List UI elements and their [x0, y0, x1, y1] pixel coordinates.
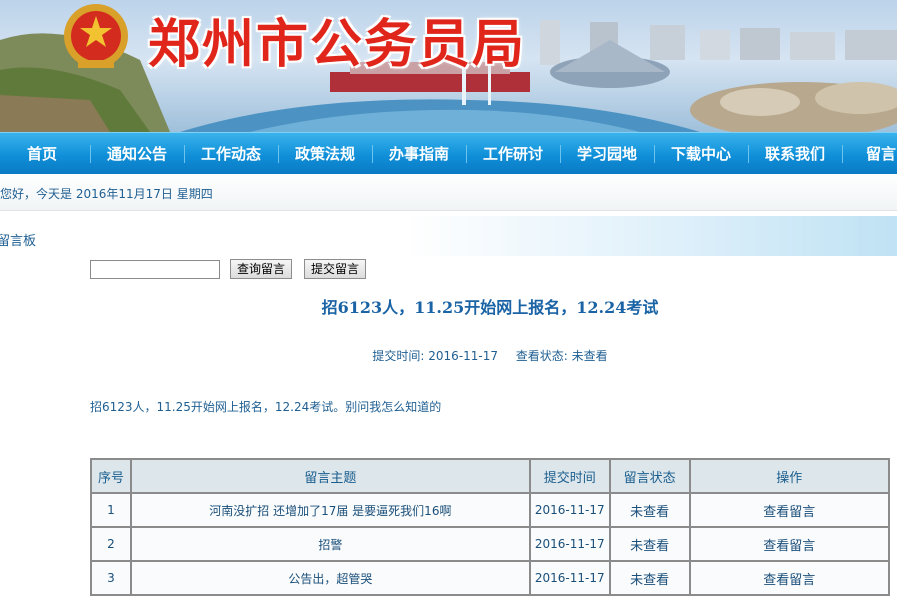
table-row: 2 招警 2016-11-17 未查看 查看留言	[90, 526, 891, 562]
nav-item-downloads[interactable]: 下载中心	[671, 133, 731, 175]
row-status: 未查看	[608, 492, 691, 528]
nav-divider	[466, 145, 467, 163]
column-header-no: 序号	[90, 458, 132, 494]
column-header-action: 操作	[688, 458, 891, 494]
nav-item-notices[interactable]: 通知公告	[107, 133, 167, 175]
table-row: 3 公告出，超管哭 2016-11-17 未查看 查看留言	[90, 560, 891, 596]
search-input[interactable]	[90, 260, 220, 279]
row-subject[interactable]: 河南没扩招 还增加了17届 是要逼死我们16啊	[129, 492, 531, 528]
message-title: 招6123人，11.25开始网上报名，12.24考试	[321, 298, 659, 317]
nav-divider	[90, 145, 91, 163]
nav-item-contact[interactable]: 联系我们	[765, 133, 825, 175]
row-subject[interactable]: 招警	[129, 526, 531, 562]
row-status: 未查看	[608, 526, 691, 562]
nav-item-home[interactable]: 首页	[27, 133, 57, 175]
message-body: 招6123人，11.25开始网上报名，12.24考试。别问我怎么知道的	[90, 400, 442, 414]
nav-divider	[184, 145, 185, 163]
submit-time: 2016-11-17	[428, 349, 499, 363]
status-value: 未查看	[571, 349, 608, 363]
date-greeting: 您好，今天是 2016年11月17日 星期四	[0, 187, 213, 201]
table-row: 1 河南没扩招 还增加了17届 是要逼死我们16啊 2016-11-17 未查看…	[90, 492, 891, 528]
row-subject[interactable]: 公告出，超管哭	[129, 560, 531, 596]
section-header: 留言板	[0, 216, 897, 256]
status-label: 查看状态:	[515, 349, 568, 363]
column-header-time: 提交时间	[528, 458, 611, 494]
nav-item-learning[interactable]: 学习园地	[577, 133, 637, 175]
submit-time-label: 提交时间:	[372, 349, 425, 363]
row-time: 2016-11-17	[528, 526, 611, 562]
section-title: 留言板	[0, 234, 37, 249]
nav-divider	[654, 145, 655, 163]
greeting-bar: 您好，今天是 2016年11月17日 星期四	[0, 174, 897, 211]
nav-item-policies[interactable]: 政策法规	[295, 133, 355, 175]
submit-message-button[interactable]: 提交留言	[304, 259, 367, 279]
row-number: 2	[90, 526, 132, 562]
message-meta: 提交时间: 2016-11-17 查看状态: 未查看	[90, 347, 890, 364]
row-number: 1	[90, 492, 132, 528]
query-message-button[interactable]: 查询留言	[230, 259, 293, 279]
message-table: 序号 留言主题 提交时间 留言状态 操作 1 河南没扩招 还增加了17届 是要逼…	[90, 458, 891, 596]
row-number: 3	[90, 560, 132, 596]
header-banner: 郑州市公务员局	[0, 0, 897, 132]
site-title: 郑州市公务员局	[148, 14, 527, 75]
view-message-link[interactable]: 查看留言	[688, 492, 891, 528]
nav-divider	[278, 145, 279, 163]
row-time: 2016-11-17	[528, 560, 611, 596]
main-nav: 首页 通知公告 工作动态 政策法规 办事指南 工作研讨 学习园地 下载中心 联系…	[0, 132, 897, 175]
nav-divider	[748, 145, 749, 163]
table-header-row: 序号 留言主题 提交时间 留言状态 操作	[90, 458, 891, 494]
nav-item-guide[interactable]: 办事指南	[389, 133, 449, 175]
nav-divider	[372, 145, 373, 163]
column-header-subject: 留言主题	[129, 458, 531, 494]
column-header-status: 留言状态	[608, 458, 691, 494]
nav-item-research[interactable]: 工作研讨	[483, 133, 543, 175]
row-time: 2016-11-17	[528, 492, 611, 528]
row-status: 未查看	[608, 560, 691, 596]
nav-divider	[560, 145, 561, 163]
view-message-link[interactable]: 查看留言	[688, 526, 891, 562]
nav-item-message[interactable]: 留言	[866, 133, 896, 175]
nav-item-work-news[interactable]: 工作动态	[201, 133, 261, 175]
view-message-link[interactable]: 查看留言	[688, 560, 891, 596]
nav-divider	[842, 145, 843, 163]
